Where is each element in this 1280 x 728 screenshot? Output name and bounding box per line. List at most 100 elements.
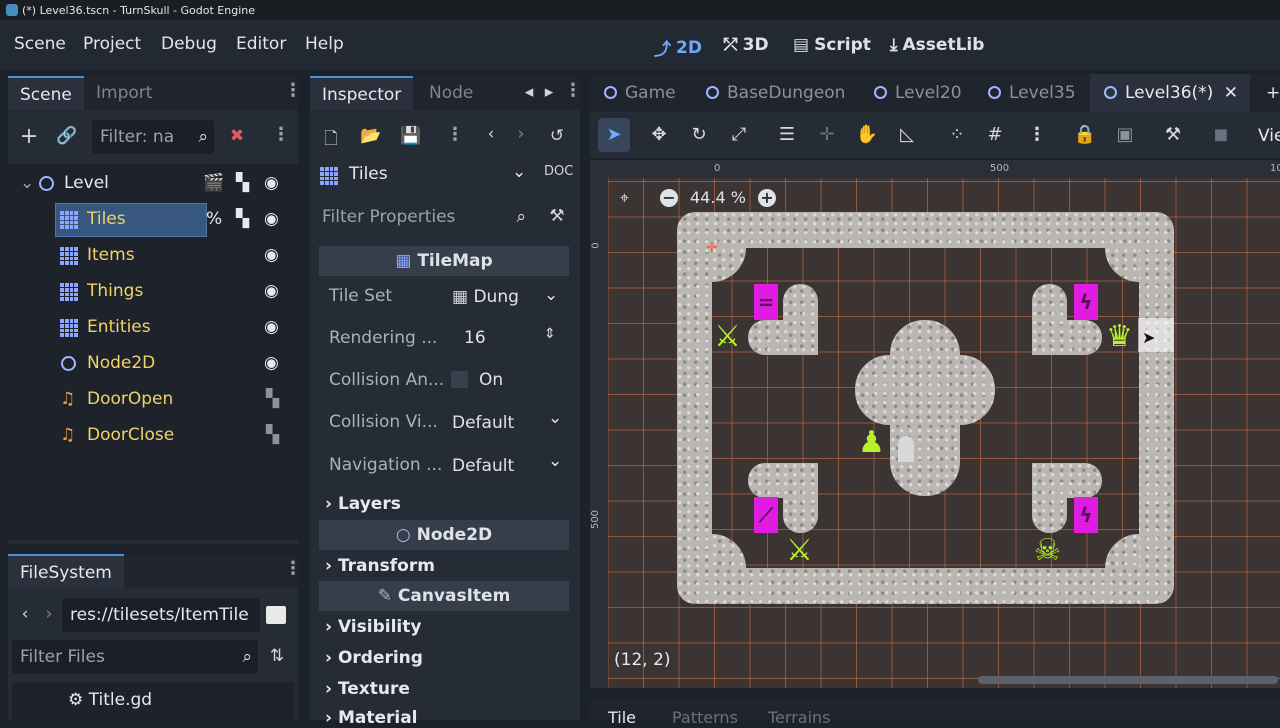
next-dock-icon[interactable]: ▸ <box>536 82 562 102</box>
tab-inspector[interactable]: Inspector <box>310 76 414 110</box>
visibility-eye-icon[interactable]: ◉ <box>264 346 279 380</box>
script-icon[interactable]: ▚ <box>266 418 279 452</box>
add-tab-icon[interactable]: + <box>1266 74 1280 112</box>
zoom-in-icon[interactable]: + <box>757 188 776 207</box>
select-tool-icon[interactable]: ➤ <box>598 118 630 152</box>
visibility-eye-icon[interactable]: ◉ <box>264 202 279 236</box>
menu-project[interactable]: Project <box>83 34 141 54</box>
tileset-value[interactable]: ▦ Dung ⌄ <box>452 285 558 307</box>
rendering-quadrant-spinbox[interactable]: 16 <box>464 328 486 348</box>
mode-2d-button[interactable]: ⤴ 2D <box>654 35 702 61</box>
tools-icon[interactable]: ⚒ <box>544 206 570 226</box>
script-icon[interactable]: ▚ <box>236 166 249 200</box>
scene-menu-icon[interactable]: ⋮ <box>272 124 290 145</box>
group-layers[interactable]: › Layers <box>325 494 401 514</box>
group-icon[interactable]: ▣ <box>1112 124 1138 145</box>
tab-level20[interactable]: Level20 <box>874 74 962 112</box>
forward-arrow-icon[interactable]: › <box>36 604 62 624</box>
collision-visibility-select[interactable]: Default <box>452 413 514 433</box>
ruler-icon[interactable]: ◺ <box>894 124 920 145</box>
filter-properties-input[interactable]: Filter Properties ⌕ <box>314 200 534 234</box>
grid-snap-icon[interactable]: # <box>982 124 1008 145</box>
dock-menu-icon[interactable]: ⋮ <box>284 558 302 579</box>
pivot-icon[interactable]: ✛ <box>814 124 840 145</box>
dock-menu-icon[interactable]: ⋮ <box>564 80 582 101</box>
visibility-eye-icon[interactable]: ◉ <box>264 310 279 344</box>
group-visibility[interactable]: › Visibility <box>325 617 421 637</box>
history-icon[interactable]: ↺ <box>544 126 570 146</box>
scene-filter-input[interactable]: Filter: na ⌕ <box>92 120 214 154</box>
path-field[interactable]: res://tilesets/ItemTile <box>62 598 260 632</box>
filter-files-input[interactable]: Filter Files ⌕ <box>12 640 258 674</box>
history-back-icon[interactable]: ‹ <box>478 124 504 144</box>
navigation-visibility-select[interactable]: Default <box>452 456 514 476</box>
sort-icon[interactable]: ⇅ <box>264 646 290 666</box>
pan-hand-icon[interactable]: ✋ <box>854 124 880 145</box>
horizontal-scrollbar[interactable] <box>978 676 1278 684</box>
bone-icon[interactable]: ⚒ <box>1160 124 1186 145</box>
open-folder-icon[interactable]: 📂 <box>358 126 384 146</box>
tab-level35[interactable]: Level35 <box>988 74 1076 112</box>
tab-basedungeon[interactable]: BaseDungeon <box>706 74 845 112</box>
save-icon[interactable]: 💾 <box>398 126 424 146</box>
mode-script-button[interactable]: ▤ Script <box>793 35 871 55</box>
zoom-level[interactable]: 44.4 % <box>690 188 746 207</box>
rotate-tool-icon[interactable]: ↻ <box>686 124 712 145</box>
center-view-icon[interactable]: ⌖ <box>620 188 629 208</box>
split-mode-icon[interactable] <box>266 606 286 624</box>
2d-viewport[interactable]: 0 500 10 0 500 = ϟ ⟋ ϟ ⚔ ♛ ⚔ ☠ ♟ ➤ ✛ ⌖ −… <box>590 160 1280 688</box>
lock-icon[interactable]: 🔒 <box>1072 124 1098 145</box>
list-select-icon[interactable]: ☰ <box>774 124 800 145</box>
mode-assetlib-button[interactable]: ⤓ AssetLib <box>890 35 984 55</box>
collapse-arrow-icon[interactable]: ⌄ <box>20 166 34 200</box>
tab-tile[interactable]: Tile <box>608 708 636 727</box>
smart-snap-icon[interactable]: ⁘ <box>944 124 970 145</box>
docs-icon[interactable]: DOC <box>544 164 573 179</box>
ruler-horizontal[interactable]: 0 500 10 <box>590 160 1280 178</box>
back-arrow-icon[interactable]: ‹ <box>12 604 38 624</box>
mode-3d-button[interactable]: ⤱ 3D <box>724 35 769 55</box>
unique-name-icon[interactable]: % <box>206 202 222 236</box>
visibility-eye-icon[interactable]: ◉ <box>264 274 279 308</box>
camera-icon[interactable]: ◼ <box>1208 124 1234 145</box>
clapper-icon[interactable]: 🎬 <box>203 166 224 200</box>
menu-help[interactable]: Help <box>305 34 344 54</box>
group-transform[interactable]: › Transform <box>325 556 435 576</box>
script-icon[interactable]: ▚ <box>266 382 279 416</box>
file-item[interactable]: ⚙ Title.gd <box>68 690 152 710</box>
group-texture[interactable]: › Texture <box>325 679 410 699</box>
script-remove-icon[interactable]: ✖ <box>224 126 250 146</box>
move-tool-icon[interactable]: ✥ <box>646 124 672 145</box>
scale-tool-icon[interactable]: ⤢ <box>726 124 752 145</box>
add-node-icon[interactable]: + <box>16 124 42 149</box>
tab-node[interactable]: Node <box>417 76 485 110</box>
menu-scene[interactable]: Scene <box>14 34 66 54</box>
ruler-vertical[interactable]: 0 500 <box>590 178 608 688</box>
menu-debug[interactable]: Debug <box>161 34 217 54</box>
group-material[interactable]: › Material <box>325 708 418 728</box>
script-icon[interactable]: ▚ <box>236 202 249 236</box>
spinner-arrows-icon[interactable]: ⇕ <box>544 326 556 342</box>
new-resource-icon[interactable]: 🗋 <box>318 126 344 155</box>
tab-game[interactable]: Game <box>604 74 676 112</box>
tab-patterns[interactable]: Patterns <box>672 708 738 727</box>
tab-terrains[interactable]: Terrains <box>768 708 831 727</box>
history-forward-icon[interactable]: › <box>508 124 534 144</box>
tab-level36[interactable]: Level36(*) ✕ <box>1090 74 1250 112</box>
tab-filesystem[interactable]: FileSystem <box>8 554 124 588</box>
visibility-eye-icon[interactable]: ◉ <box>264 166 279 200</box>
link-icon[interactable]: 🔗 <box>54 126 80 146</box>
group-ordering[interactable]: › Ordering <box>325 648 423 668</box>
dock-menu-icon[interactable]: ⋮ <box>284 80 302 101</box>
close-icon[interactable]: ✕ <box>1224 74 1238 112</box>
object-selector[interactable]: Tiles ⌄ <box>314 158 558 192</box>
inspector-menu-icon[interactable]: ⋮ <box>446 124 464 145</box>
view-menu[interactable]: Vie <box>1258 126 1280 146</box>
tab-scene[interactable]: Scene <box>8 76 84 110</box>
zoom-out-icon[interactable]: − <box>660 188 678 207</box>
collision-checkbox[interactable] <box>451 371 468 388</box>
snap-options-icon[interactable]: ⋮ <box>1024 124 1050 145</box>
visibility-eye-icon[interactable]: ◉ <box>264 238 279 272</box>
tab-import[interactable]: Import <box>84 76 164 110</box>
menu-editor[interactable]: Editor <box>236 34 286 54</box>
